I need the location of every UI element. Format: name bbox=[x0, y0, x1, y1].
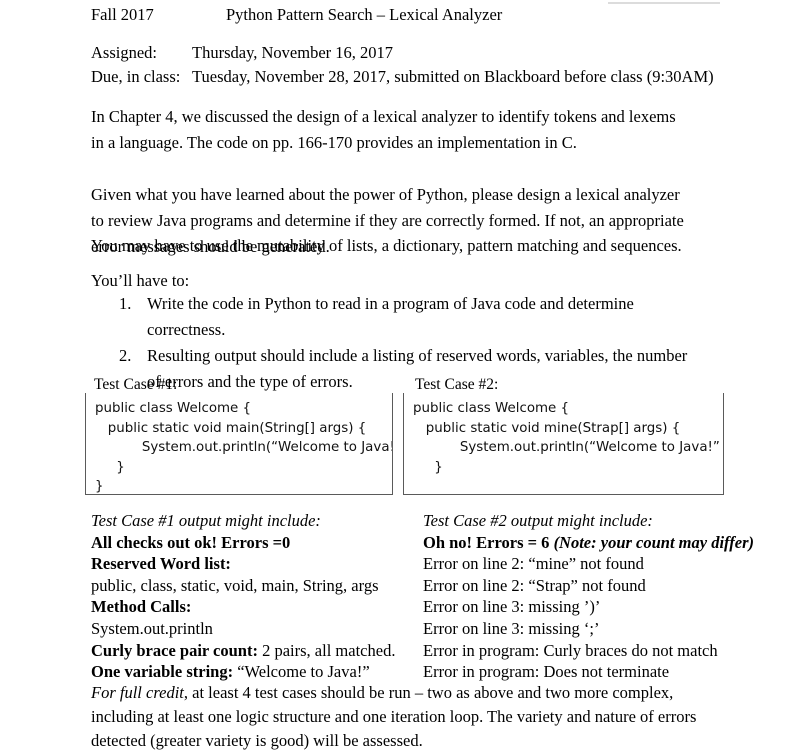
error-line: Error in program: Curly braces do not ma… bbox=[423, 640, 718, 660]
test-case-1-code-box: public class Welcome { public static voi… bbox=[85, 393, 393, 495]
footer-lead-italic: For full credit bbox=[91, 683, 184, 702]
code-line: public class Welcome { bbox=[413, 401, 570, 416]
code-line: public static void main(String[] args) { bbox=[95, 420, 367, 436]
document-page: Fall 2017 Python Pattern Search – Lexical… bbox=[0, 0, 801, 750]
list-item-label: Write the code in Python to read in a pr… bbox=[147, 294, 634, 339]
output-1-line: Method Calls: bbox=[91, 596, 421, 618]
list-item-number: 1. bbox=[119, 294, 132, 313]
error-line: Error on line 3: missing ’)’ bbox=[423, 597, 601, 617]
output-1-line: Reserved Word list: bbox=[91, 553, 421, 575]
due-label: Due, in class: bbox=[91, 67, 181, 86]
error-line: Error in program: Does not terminate bbox=[423, 662, 670, 682]
page-title: Python Pattern Search – Lexical Analyzer bbox=[226, 5, 503, 24]
test-case-2-label: Test Case #2: bbox=[415, 376, 499, 393]
error-line: Error on line 2: “mine” not found bbox=[423, 554, 644, 574]
output-1-line: All checks out ok! Errors =0 bbox=[91, 532, 421, 554]
output-2-heading: Test Case #2 output might include: bbox=[423, 511, 653, 530]
code-line: } bbox=[95, 479, 104, 495]
assignment-dates: Assigned: Thursday, November 16, 2017 Due… bbox=[91, 41, 736, 89]
test-case-1-label: Test Case #1: bbox=[94, 376, 178, 393]
output-1-line-plain: System.out.println bbox=[91, 618, 213, 638]
output-column-1: Test Case #1 output might include: All c… bbox=[91, 510, 421, 683]
code-line: System.out.println(“Welcome to Java!” bbox=[413, 440, 720, 456]
code-line: } bbox=[95, 459, 125, 475]
term-label: Fall 2017 bbox=[91, 5, 154, 24]
error-line: Error on line 3: missing ‘;’ bbox=[423, 618, 600, 638]
output-1-line: public, class, static, void, main, Strin… bbox=[91, 575, 421, 597]
requirements-list: 1. Write the code in Python to read in a… bbox=[91, 291, 697, 395]
code-line: } bbox=[413, 459, 443, 475]
list-item: 2. Resulting output should include a lis… bbox=[91, 343, 697, 395]
output-1-line: Curly brace pair count: 2 pairs, all mat… bbox=[91, 640, 421, 662]
output-1-line-plain: public, class, static, void, main, Strin… bbox=[91, 575, 379, 595]
output-1-line: One variable string: “Welcome to Java!” bbox=[91, 661, 421, 683]
output-1-line-plain: “Welcome to Java!” bbox=[233, 662, 370, 682]
document-header: Fall 2017 Python Pattern Search – Lexical… bbox=[91, 4, 736, 26]
error-count-note: (Note: your count may differ) bbox=[549, 532, 754, 552]
code-line: public static void mine(Strap[] args) { bbox=[413, 420, 681, 436]
footer-paragraph: For full credit, at least 4 test cases s… bbox=[91, 681, 721, 753]
output-1-heading: Test Case #1 output might include: bbox=[91, 511, 321, 530]
paragraph-hints: You may have to use the mutability of li… bbox=[91, 236, 682, 255]
error-line: Error on line 2: “Strap” not found bbox=[423, 575, 646, 595]
output-1-line-bold: Method Calls: bbox=[91, 597, 192, 617]
code-line: public class Welcome { bbox=[95, 401, 252, 416]
error-count-bold: Oh no! Errors = 6 bbox=[423, 532, 550, 552]
output-1-line-bold: One variable string: bbox=[91, 662, 234, 682]
output-1-line-plain: 2 pairs, all matched. bbox=[257, 640, 396, 660]
assigned-row: Assigned: Thursday, November 16, 2017 bbox=[91, 41, 736, 65]
code-line: System.out.println(“Welcome to Java!”); bbox=[95, 440, 393, 456]
assigned-value: Thursday, November 16, 2017 bbox=[192, 43, 394, 62]
due-value: Tuesday, November 28, 2017, submitted on… bbox=[192, 67, 714, 86]
output-1-line-bold: Reserved Word list: bbox=[91, 554, 231, 574]
paragraph-chapter-intro: In Chapter 4, we discussed the design of… bbox=[91, 107, 676, 152]
output-column-2: Test Case #2 output might include: Oh no… bbox=[423, 510, 773, 683]
output-1-line: System.out.println bbox=[91, 618, 421, 640]
output-1-line-bold: All checks out ok! Errors =0 bbox=[91, 532, 291, 552]
list-item: 1. Write the code in Python to read in a… bbox=[91, 291, 697, 343]
test-case-2-code-box: public class Welcome { public static voi… bbox=[403, 393, 724, 495]
list-item-number: 2. bbox=[119, 346, 132, 365]
due-row: Due, in class: Tuesday, November 28, 2017… bbox=[91, 65, 736, 89]
assigned-label: Assigned: bbox=[91, 43, 157, 62]
output-2-headline: Oh no! Errors = 6 (Note: your count may … bbox=[423, 532, 773, 554]
output-1-line-bold: Curly brace pair count: bbox=[91, 640, 258, 660]
